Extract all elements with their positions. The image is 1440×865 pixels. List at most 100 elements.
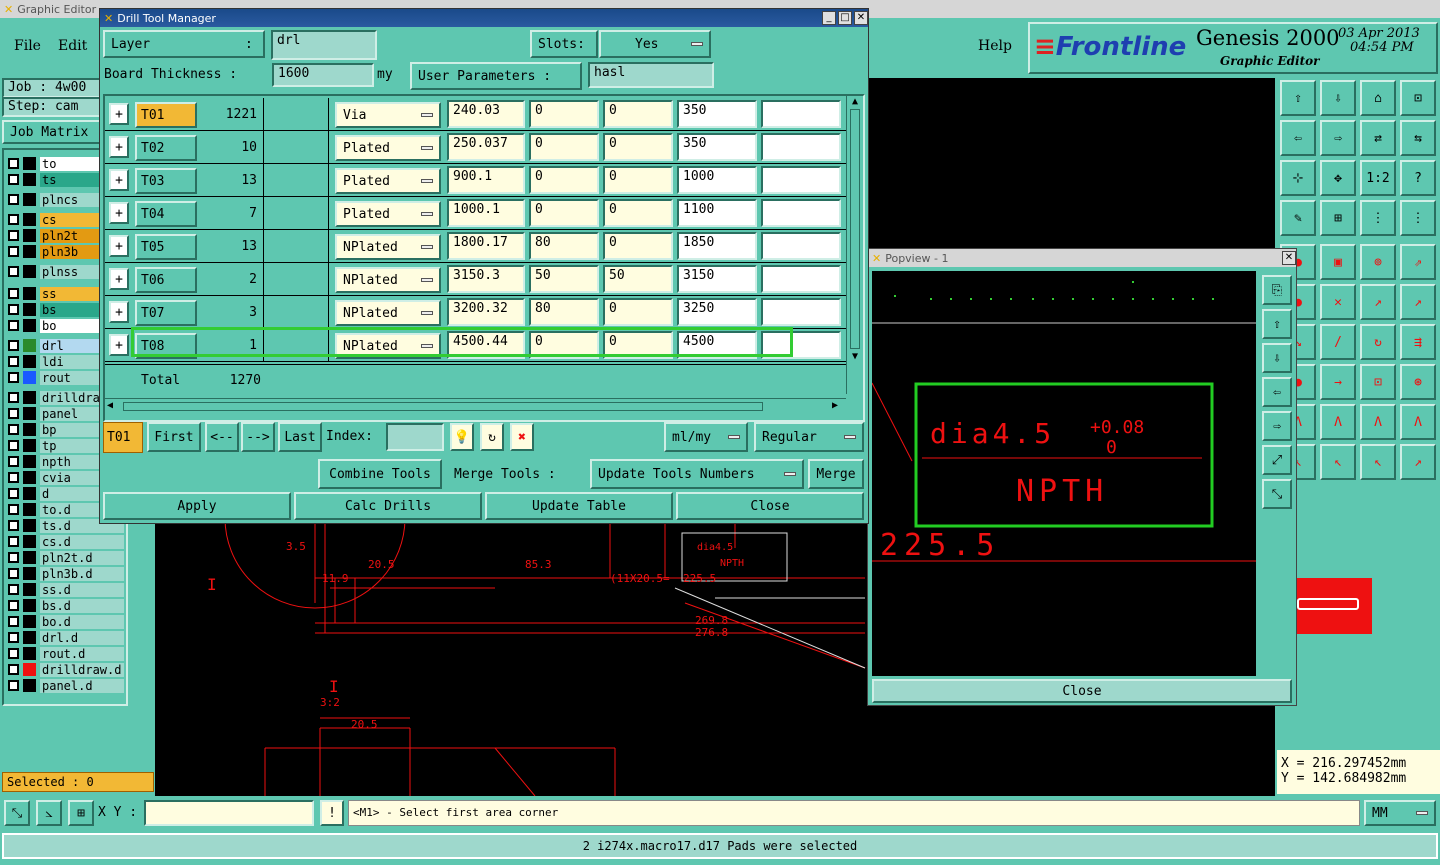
layer-checkbox[interactable]: [8, 616, 19, 627]
tool-icon-9[interactable]: /: [1320, 324, 1356, 360]
extra-input[interactable]: [761, 100, 841, 128]
tool-cell[interactable]: T06: [135, 267, 197, 293]
finish-input[interactable]: 1100: [677, 199, 757, 227]
finish-input[interactable]: 1850: [677, 232, 757, 260]
type-select[interactable]: Plated: [335, 168, 441, 194]
update-table-button[interactable]: Update Table: [485, 492, 673, 520]
tool-icon-23[interactable]: ↗: [1400, 444, 1436, 480]
right-icon[interactable]: ⇨: [1320, 120, 1356, 156]
tool-icon-5[interactable]: ✕: [1320, 284, 1356, 320]
layer-row[interactable]: drl.d: [8, 630, 124, 645]
tool-icon-2[interactable]: ⊚: [1360, 244, 1396, 280]
apply-button[interactable]: Apply: [103, 492, 291, 520]
expand-icon[interactable]: +: [109, 268, 129, 290]
p1-input[interactable]: 50: [529, 265, 599, 293]
top-icon[interactable]: ⇧: [1280, 80, 1316, 116]
layer-checkbox[interactable]: [8, 392, 19, 403]
swap-back-icon[interactable]: ⇆: [1400, 120, 1436, 156]
tool-icon-13[interactable]: →: [1320, 364, 1356, 400]
tool-icon-10[interactable]: ↻: [1360, 324, 1396, 360]
expand-icon[interactable]: +: [109, 202, 129, 224]
layer-row[interactable]: rout.d: [8, 646, 124, 661]
layer-checkbox[interactable]: [8, 520, 19, 531]
layer-row[interactable]: cs.d: [8, 534, 124, 549]
left-icon[interactable]: ⇦: [1280, 120, 1316, 156]
popview-close-button[interactable]: Close: [872, 679, 1292, 703]
popview-left-icon[interactable]: ⇦: [1262, 377, 1292, 407]
tool-icon-17[interactable]: Λ: [1320, 404, 1356, 440]
layer-row[interactable]: panel.d: [8, 678, 124, 693]
layer-checkbox[interactable]: [8, 664, 19, 675]
p2-input[interactable]: 0: [603, 298, 673, 326]
p1-input[interactable]: 80: [529, 298, 599, 326]
layer-row[interactable]: bs.d: [8, 598, 124, 613]
tool-icon-7[interactable]: ↗: [1400, 284, 1436, 320]
p2-input[interactable]: 0: [603, 100, 673, 128]
grid-icon[interactable]: ⊞: [1320, 200, 1356, 236]
tool-icon-18[interactable]: Λ: [1360, 404, 1396, 440]
close-icon[interactable]: ✕: [854, 11, 868, 25]
layer-checkbox[interactable]: [8, 568, 19, 579]
tool-icon-11[interactable]: ⇶: [1400, 324, 1436, 360]
first-button[interactable]: First: [147, 422, 201, 452]
tool-cell[interactable]: T04: [135, 201, 197, 227]
pan-icon[interactable]: ✥: [1320, 160, 1356, 196]
finish-input[interactable]: 3250: [677, 298, 757, 326]
extra-input[interactable]: [761, 166, 841, 194]
merge-button[interactable]: Merge: [808, 459, 864, 489]
tool-cell[interactable]: T02: [135, 135, 197, 161]
p1-input[interactable]: 0: [529, 100, 599, 128]
layer-input[interactable]: drl: [271, 30, 377, 60]
p1-input[interactable]: 0: [529, 199, 599, 227]
layer-row[interactable]: ss.d: [8, 582, 124, 597]
expand-icon[interactable]: +: [109, 334, 129, 356]
finish-input[interactable]: 3150: [677, 265, 757, 293]
finish-input[interactable]: 1000: [677, 166, 757, 194]
p1-input[interactable]: 80: [529, 232, 599, 260]
userparams-input[interactable]: hasl: [588, 62, 714, 88]
layer-checkbox[interactable]: [8, 424, 19, 435]
last-button[interactable]: Last: [278, 422, 322, 452]
layer-checkbox[interactable]: [8, 356, 19, 367]
slots-select[interactable]: Yes: [599, 30, 711, 58]
extra-input[interactable]: [761, 265, 841, 293]
p2-input[interactable]: 0: [603, 199, 673, 227]
p2-input[interactable]: 0: [603, 166, 673, 194]
tool-icon-15[interactable]: ⊛: [1400, 364, 1436, 400]
table-vscroll[interactable]: ▲ ▼: [846, 96, 863, 394]
bulb-icon[interactable]: 💡: [450, 423, 474, 451]
layer-checkbox[interactable]: [8, 632, 19, 643]
layer-checkbox[interactable]: [8, 266, 19, 277]
update-numbers-select[interactable]: Update Tools Numbers: [590, 459, 804, 489]
type-select[interactable]: Via: [335, 102, 441, 128]
size-input[interactable]: 900.1: [447, 166, 525, 194]
layer-checkbox[interactable]: [8, 340, 19, 351]
p2-input[interactable]: 0: [603, 232, 673, 260]
layer-checkbox[interactable]: [8, 536, 19, 547]
expand-icon[interactable]: +: [109, 169, 129, 191]
tool-cell[interactable]: T07: [135, 300, 197, 326]
layer-checkbox[interactable]: [8, 648, 19, 659]
layer-row[interactable]: pln2t.d: [8, 550, 124, 565]
layer-checkbox[interactable]: [8, 194, 19, 205]
tool-icon-14[interactable]: ⊡: [1360, 364, 1396, 400]
p2-input[interactable]: 0: [603, 133, 673, 161]
units-select[interactable]: MM: [1364, 800, 1436, 826]
swap-icon[interactable]: ⇄: [1360, 120, 1396, 156]
extra-input[interactable]: [761, 133, 841, 161]
type-select[interactable]: Plated: [335, 201, 441, 227]
minimize-icon[interactable]: _: [822, 11, 836, 25]
layer-checkbox[interactable]: [8, 504, 19, 515]
tool-cell[interactable]: T01: [135, 102, 197, 128]
layer-checkbox[interactable]: [8, 600, 19, 611]
layer-checkbox[interactable]: [8, 214, 19, 225]
tool-icon-6[interactable]: ↗: [1360, 284, 1396, 320]
next-button[interactable]: -->: [241, 422, 275, 452]
help-icon[interactable]: ?: [1400, 160, 1436, 196]
tool-icon-1[interactable]: ▣: [1320, 244, 1356, 280]
tool-cell[interactable]: T03: [135, 168, 197, 194]
expand-icon[interactable]: +: [109, 136, 129, 158]
size-input[interactable]: 3150.3: [447, 265, 525, 293]
grid-icon[interactable]: ⊞: [68, 800, 94, 826]
size-input[interactable]: 240.03: [447, 100, 525, 128]
